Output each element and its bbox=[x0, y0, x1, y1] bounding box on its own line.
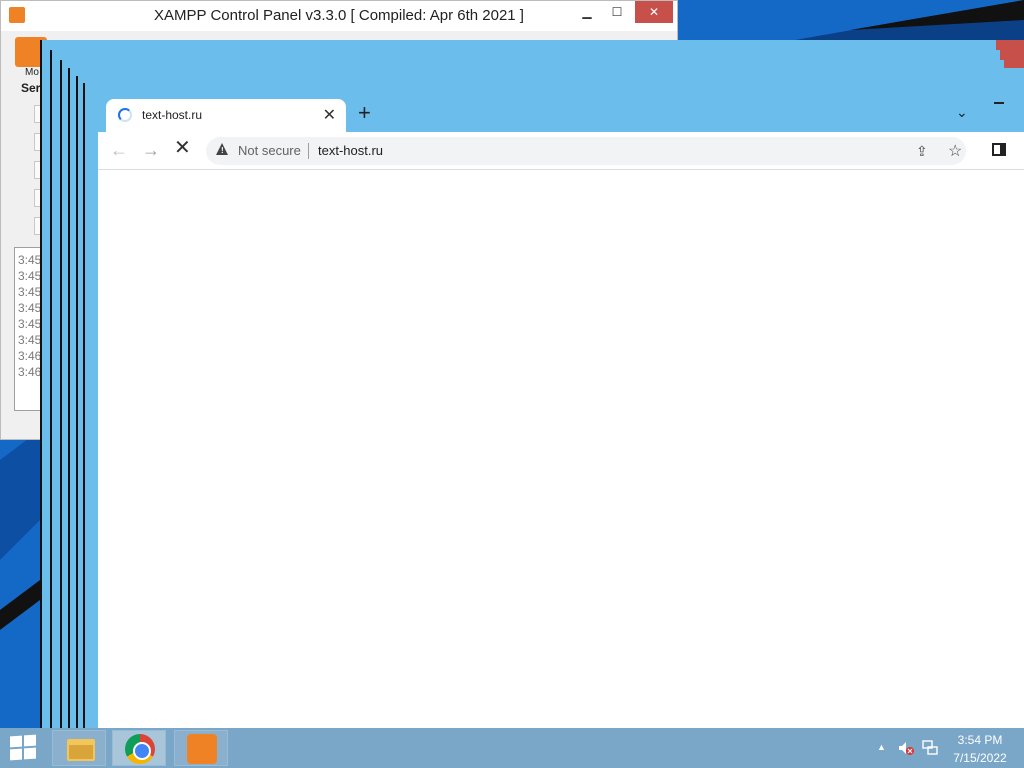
new-tab-button[interactable]: + bbox=[358, 102, 371, 124]
forward-button[interactable]: → bbox=[142, 141, 160, 159]
network-icon[interactable] bbox=[922, 740, 938, 756]
folder-icon bbox=[67, 739, 95, 761]
minimize-button[interactable]: ▁ bbox=[571, 1, 603, 23]
xampp-titlebar[interactable]: XAMPP Control Panel v3.3.0 [ Compiled: A… bbox=[1, 1, 677, 31]
tab-close-icon[interactable]: ✕ bbox=[323, 105, 336, 125]
tab-strip[interactable]: text-host.ru ✕ + ⌄ bbox=[90, 90, 1024, 132]
modules-label: Mo bbox=[25, 67, 39, 78]
loading-spinner-icon bbox=[118, 108, 132, 122]
page-content-area[interactable] bbox=[98, 90, 1024, 728]
log-line: 3:46 bbox=[18, 349, 42, 363]
taskbar-xampp[interactable] bbox=[174, 730, 228, 766]
log-line: 3:45 bbox=[18, 269, 42, 283]
security-status[interactable]: Not secure bbox=[238, 143, 302, 158]
tab-text-host[interactable]: text-host.ru ✕ bbox=[106, 99, 346, 132]
volume-muted-icon[interactable] bbox=[898, 741, 914, 755]
start-button[interactable] bbox=[10, 734, 38, 761]
tab-title: text-host.ru bbox=[142, 108, 203, 122]
log-line: 3:45 bbox=[18, 285, 42, 299]
url-text[interactable]: text-host.ru bbox=[318, 143, 383, 158]
minimize-icon[interactable] bbox=[994, 102, 1004, 104]
log-line: 3:45 bbox=[18, 317, 42, 331]
taskbar-chrome[interactable] bbox=[112, 730, 166, 766]
xampp-icon bbox=[187, 734, 217, 764]
chrome-icon bbox=[125, 734, 155, 764]
log-line: 3:45 bbox=[18, 253, 42, 267]
taskbar-file-explorer[interactable] bbox=[52, 730, 106, 766]
clock-date[interactable]: 7/15/2022 bbox=[944, 751, 1016, 765]
stop-loading-button[interactable]: ✕ bbox=[174, 138, 191, 158]
bookmark-star-icon[interactable]: ☆ bbox=[948, 141, 962, 161]
service-label: Ser bbox=[21, 81, 41, 95]
show-hidden-icons-button[interactable]: ▲ bbox=[877, 742, 886, 752]
tab-search-button[interactable]: ⌄ bbox=[956, 104, 968, 121]
browser-toolbar: ← → ✕ ! Not secure text-host.ru ⇪ ☆ bbox=[98, 132, 1024, 170]
side-panel-icon[interactable] bbox=[992, 143, 1006, 156]
log-line: 3:45 bbox=[18, 333, 42, 347]
address-bar[interactable]: ! Not secure text-host.ru ⇪ ☆ bbox=[206, 137, 966, 165]
taskbar bbox=[0, 728, 1024, 768]
address-separator bbox=[308, 143, 309, 159]
clock-time[interactable]: 3:54 PM bbox=[944, 733, 1016, 747]
share-icon[interactable]: ⇪ bbox=[916, 143, 928, 160]
close-button[interactable]: ✕ bbox=[635, 1, 673, 23]
log-line: 3:46 bbox=[18, 365, 42, 379]
maximize-button[interactable]: ☐ bbox=[601, 1, 633, 23]
log-line: 3:45 bbox=[18, 301, 42, 315]
chrome-window: text-host.ru ✕ + ⌄ ← → ✕ ! Not secure te… bbox=[90, 90, 1024, 728]
back-button[interactable]: ← bbox=[110, 141, 128, 159]
warning-icon-mark: ! bbox=[221, 146, 224, 155]
